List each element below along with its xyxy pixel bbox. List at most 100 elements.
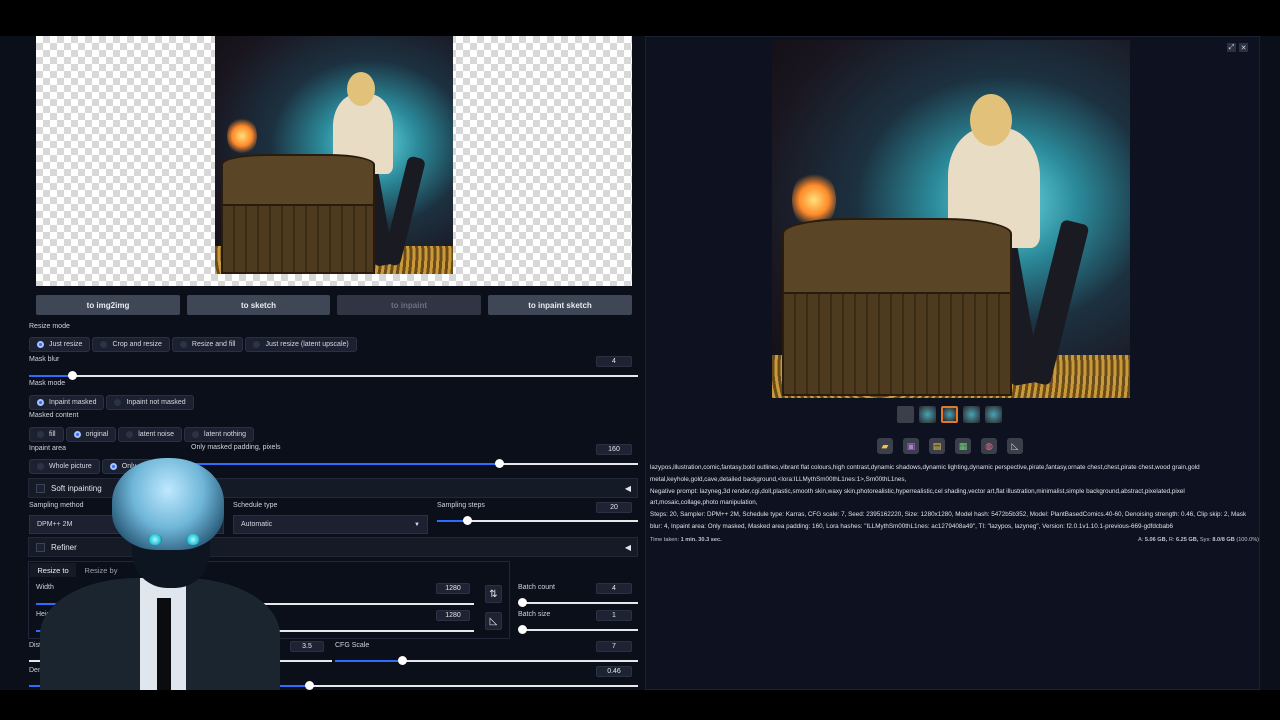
cfg-scale-input[interactable]: 7: [596, 641, 632, 652]
mask-blur-slider[interactable]: [29, 371, 638, 380]
radio-label: Just resize (latent upscale): [265, 341, 349, 348]
slider-fill: [29, 375, 72, 377]
mem-sys-label: Sys:: [1199, 537, 1211, 543]
info-line: blur: 4, Inpaint area: Only masked, Mask…: [650, 522, 1174, 530]
width-input[interactable]: 1280: [436, 583, 470, 594]
resize-mode-label: Resize mode: [29, 323, 70, 330]
batch-size-label: Batch size: [518, 611, 551, 618]
palette-icon[interactable]: ◍: [981, 438, 997, 454]
mem-percent: (100.0%): [1236, 537, 1260, 543]
sampling-steps-slider[interactable]: [437, 516, 638, 525]
info-line: Steps: 20, Sampler: DPM++ 2M, Schedule t…: [650, 511, 1247, 519]
mem-sys-value: 8.0/8 GB: [1212, 537, 1235, 543]
memory-usage: A: 5.06 GB, R: 6.25 GB, Sys: 8.0/8 GB (1…: [1138, 537, 1259, 543]
thumbnail[interactable]: [985, 406, 1002, 423]
to-inpaint-button[interactable]: to inpaint: [337, 295, 481, 315]
mask-blur-input[interactable]: 4: [596, 356, 632, 367]
batch-size-slider[interactable]: [518, 625, 638, 634]
to-sketch-button[interactable]: to sketch: [187, 295, 330, 315]
mask-mode-label: Mask mode: [29, 380, 66, 387]
zip-icon[interactable]: ▤: [929, 438, 945, 454]
slider-handle[interactable]: [518, 625, 527, 634]
radio-inpaint-not-masked[interactable]: Inpaint not masked: [106, 395, 194, 410]
image-icon[interactable]: ▦: [955, 438, 971, 454]
slider-fill: [335, 660, 402, 662]
masked-content-group: fill original latent noise latent nothin…: [29, 427, 255, 442]
info-line: metal,keyhole,gold,cave,detailed backgro…: [650, 475, 907, 483]
aspect-ratio-button[interactable]: ◺: [485, 612, 502, 630]
thumbnail[interactable]: [963, 406, 980, 423]
mask-mode-group: Inpaint masked Inpaint not masked: [29, 395, 194, 410]
denoising-input[interactable]: 0.46: [596, 666, 632, 677]
padding-label: Only masked padding, pixels: [191, 444, 281, 451]
time-taken: Time taken: 1 min. 30.3 sec.: [650, 537, 722, 543]
radio-dot: [37, 431, 44, 438]
info-line: lazypos,illustration,comic,fantasy,bold …: [650, 464, 1200, 471]
radio-label: Crop and resize: [112, 341, 162, 348]
height-input[interactable]: 1280: [436, 610, 470, 621]
info-line: Negative prompt: lazyneg,3d render,cgi,d…: [650, 487, 1185, 495]
collapse-arrow-icon[interactable]: ◀: [625, 484, 631, 493]
avatar-eye-right: [186, 534, 200, 545]
radio-inpaint-masked[interactable]: Inpaint masked: [29, 395, 105, 410]
radio-label: latent noise: [138, 431, 175, 438]
mem-a-label: A:: [1138, 537, 1144, 543]
fullscreen-icon[interactable]: ⤢: [1227, 43, 1236, 52]
ruler-icon[interactable]: ◺: [1007, 438, 1023, 454]
batch-count-slider[interactable]: [517, 598, 638, 607]
folder-icon[interactable]: ▰: [877, 438, 893, 454]
radio-label: latent nothing: [204, 431, 247, 438]
save-icon[interactable]: ▣: [903, 438, 919, 454]
radio-label: fill: [49, 431, 56, 438]
sampling-steps-input[interactable]: 20: [596, 502, 632, 513]
info-line: art,mosaic,collage,photo manipulation,: [650, 499, 758, 507]
radio-dot: [114, 399, 122, 406]
close-icon[interactable]: ✕: [1239, 43, 1248, 52]
source-image: [215, 36, 453, 274]
mem-a-value: 5.06 GB,: [1144, 537, 1168, 543]
output-image[interactable]: [772, 40, 1130, 398]
avatar: [40, 458, 280, 720]
batch-size-input[interactable]: 1: [596, 610, 632, 621]
radio-crop-and-resize[interactable]: Crop and resize: [92, 337, 170, 352]
time-label: Time taken:: [650, 537, 680, 543]
to-img2img-button[interactable]: to img2img: [36, 295, 180, 315]
radio-dot: [253, 341, 261, 348]
radio-label: original: [85, 431, 109, 438]
batch-count-input[interactable]: 4: [596, 583, 632, 594]
radio-just-resize[interactable]: Just resize: [29, 337, 91, 352]
distilled-cfg-input[interactable]: 3.5: [290, 641, 324, 652]
thumbnail-grid[interactable]: [897, 406, 914, 423]
radio-label: Just resize: [49, 341, 83, 348]
slider-handle[interactable]: [517, 598, 527, 607]
radio-dot: [179, 341, 187, 348]
thumbnail[interactable]: [919, 406, 936, 423]
mem-r-label: R:: [1168, 537, 1175, 543]
mask-blur-label: Mask blur: [29, 356, 60, 363]
radio-label: Inpaint not masked: [126, 399, 186, 406]
swap-dimensions-button[interactable]: ⇅: [485, 585, 502, 603]
inpaint-area-label: Inpaint area: [29, 445, 66, 452]
radio-resize-and-fill[interactable]: Resize and fill: [171, 337, 244, 352]
cfg-scale-slider[interactable]: [335, 656, 638, 665]
radio-label: Inpaint masked: [49, 399, 97, 406]
radio-dot: [100, 341, 108, 348]
radio-latent-upscale[interactable]: Just resize (latent upscale): [245, 337, 357, 352]
top-letterbox: [0, 0, 1280, 36]
slider-handle[interactable]: [397, 656, 407, 665]
mem-r-value: 6.25 GB,: [1175, 537, 1199, 543]
radio-dot: [37, 341, 44, 348]
collapse-arrow-icon[interactable]: ◀: [625, 543, 631, 552]
radio-latent-nothing[interactable]: latent nothing: [184, 427, 255, 442]
radio-latent-noise[interactable]: latent noise: [118, 427, 183, 442]
radio-fill[interactable]: fill: [29, 427, 64, 442]
slider-handle[interactable]: [67, 371, 77, 380]
to-inpaint-sketch-button[interactable]: to inpaint sketch: [488, 295, 632, 315]
time-value: 1 min. 30.3 sec.: [680, 537, 722, 543]
thumbnail-selected[interactable]: [941, 406, 958, 423]
radio-dot: [126, 431, 134, 438]
radio-label: Resize and fill: [191, 341, 236, 348]
padding-input[interactable]: 160: [596, 444, 632, 455]
radio-original[interactable]: original: [65, 427, 117, 442]
masked-content-label: Masked content: [29, 412, 79, 419]
